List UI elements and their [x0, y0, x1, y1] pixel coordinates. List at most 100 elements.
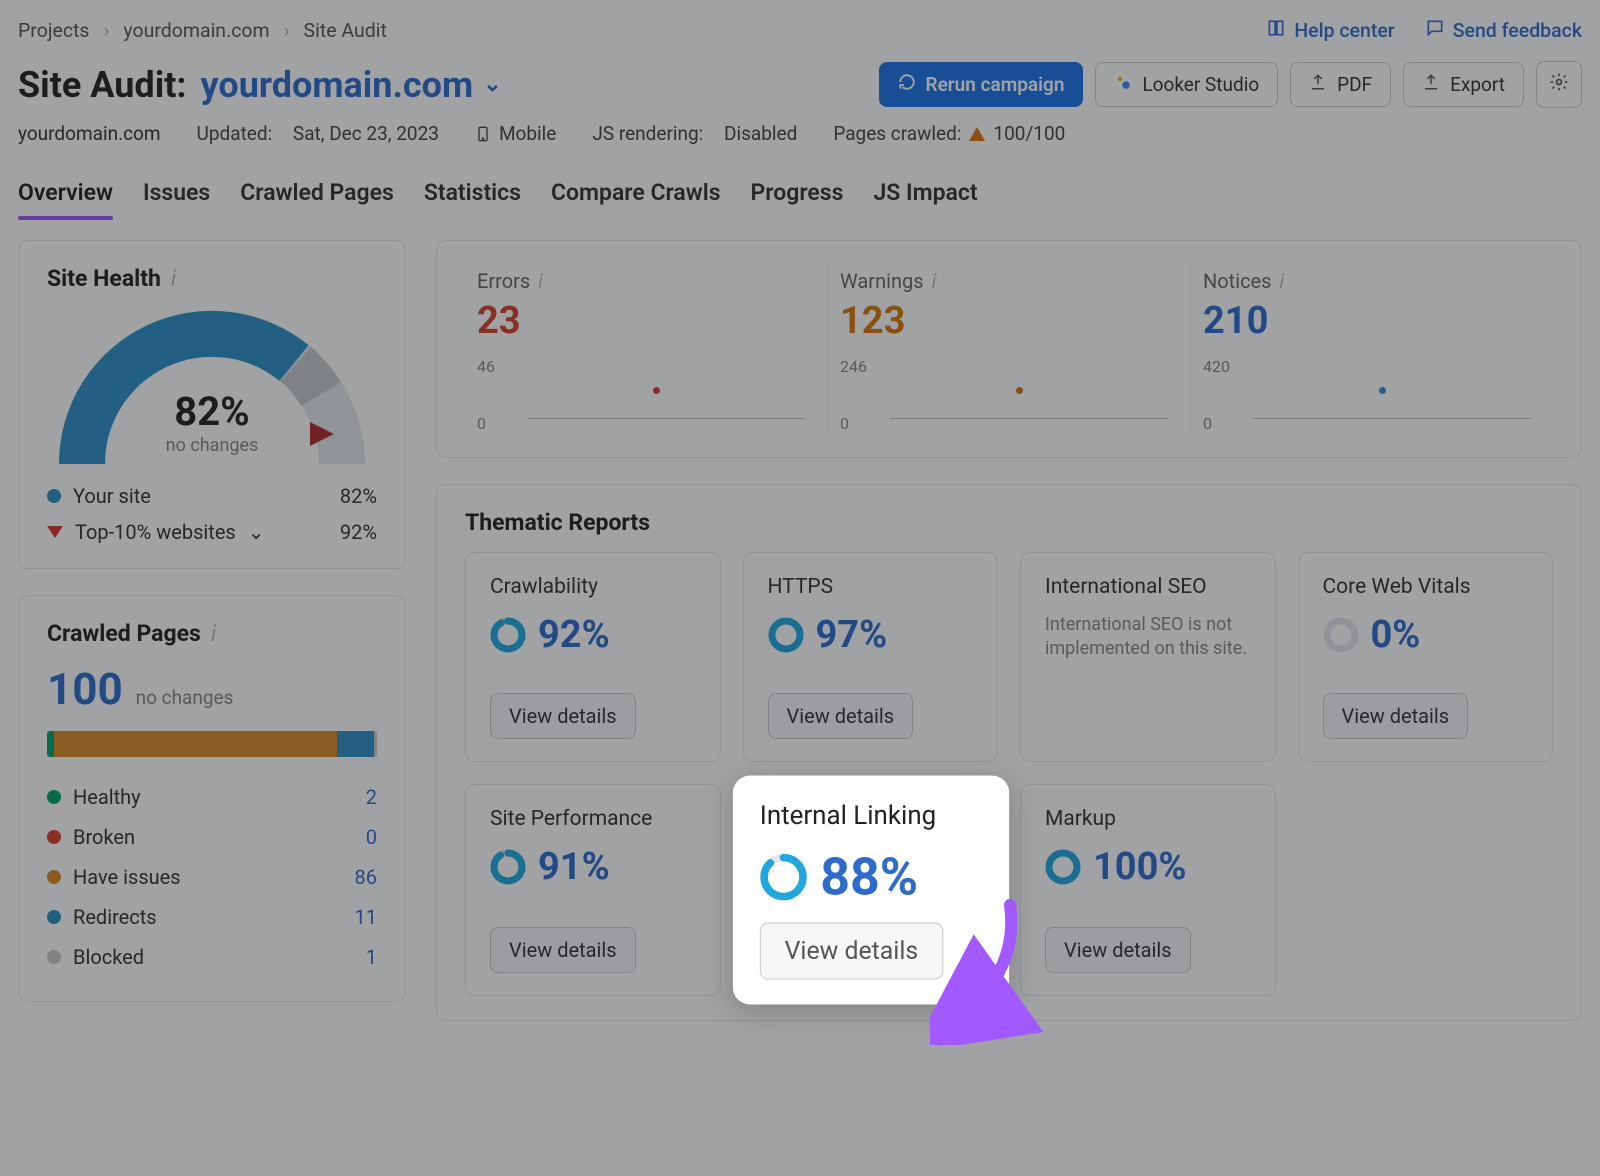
- report-label: Internal Linking: [759, 800, 981, 830]
- site-health-sub: no changes: [52, 435, 372, 456]
- thematic-reports-card: Thematic Reports Crawlability 92% View det…: [436, 484, 1582, 1021]
- tab-js-impact[interactable]: JS Impact: [873, 179, 977, 220]
- report-pct: 97%: [768, 613, 974, 657]
- crawled-status-row[interactable]: Have issues 86: [47, 857, 377, 897]
- breadcrumb-item[interactable]: yourdomain.com: [123, 19, 269, 42]
- meta-row: yourdomain.com Updated: Sat, Dec 23, 202…: [18, 122, 1582, 145]
- send-feedback-link[interactable]: Send feedback: [1425, 18, 1582, 43]
- legend-dot-icon: [47, 489, 61, 503]
- tab-statistics[interactable]: Statistics: [424, 179, 521, 220]
- info-icon[interactable]: i: [932, 269, 937, 293]
- settings-button[interactable]: [1536, 61, 1582, 108]
- legend-item: Your site: [47, 484, 151, 508]
- status-value[interactable]: 11: [355, 905, 377, 929]
- crawled-status-row[interactable]: Redirects 11: [47, 897, 377, 937]
- legend-value: 82%: [340, 484, 377, 508]
- chevron-down-icon[interactable]: ⌄: [248, 520, 265, 544]
- rerun-campaign-button[interactable]: Rerun campaign: [879, 62, 1084, 107]
- status-value[interactable]: 1: [366, 945, 377, 969]
- errors-value: 23: [477, 299, 815, 343]
- looker-icon: [1114, 73, 1132, 96]
- warnings-sparkline: 2460: [840, 361, 1178, 429]
- status-dot-icon: [47, 830, 61, 844]
- warning-icon: [969, 127, 985, 141]
- notices-sparkline: 4200: [1203, 361, 1541, 429]
- info-icon[interactable]: i: [171, 265, 176, 292]
- status-dot-icon: [47, 910, 61, 924]
- report-pct: 100%: [1045, 845, 1251, 889]
- view-details-button[interactable]: View details: [1323, 693, 1469, 739]
- meta-domain: yourdomain.com: [18, 122, 161, 145]
- thematic-report-card: Internal Linking 88% View details: [732, 776, 1008, 1005]
- meta-js-rendering: JS rendering: Disabled: [592, 122, 797, 145]
- report-label: Core Web Vitals: [1323, 575, 1529, 599]
- crawled-total[interactable]: 100: [47, 663, 123, 715]
- tab-issues[interactable]: Issues: [143, 179, 210, 220]
- status-label: Redirects: [73, 905, 157, 929]
- triangle-down-icon: [47, 526, 63, 538]
- errors-segment[interactable]: Errorsi 23 460: [465, 265, 827, 433]
- refresh-icon: [898, 73, 916, 96]
- site-health-pct: 82%: [52, 388, 372, 435]
- crawled-bar: [47, 731, 377, 757]
- info-icon[interactable]: i: [538, 269, 543, 293]
- report-pct: 92%: [490, 613, 696, 657]
- project-selector[interactable]: yourdomain.com ⌄: [201, 64, 502, 106]
- crawled-status-row[interactable]: Healthy2: [47, 777, 377, 817]
- tab-overview[interactable]: Overview: [18, 179, 113, 220]
- breadcrumb: Projects › yourdomain.com › Site Audit: [18, 19, 387, 42]
- page-title: Site Audit:: [18, 64, 187, 106]
- status-value[interactable]: 2: [366, 785, 377, 809]
- breadcrumb-item[interactable]: Projects: [18, 19, 90, 42]
- report-label: Markup: [1045, 807, 1251, 831]
- breadcrumb-item[interactable]: Site Audit: [304, 19, 387, 42]
- view-details-button[interactable]: View details: [490, 693, 636, 739]
- warnings-value: 123: [840, 299, 1178, 343]
- tab-crawled-pages[interactable]: Crawled Pages: [240, 179, 394, 220]
- meta-device: Mobile: [475, 122, 556, 145]
- thematic-title: Thematic Reports: [465, 509, 1553, 536]
- tab-progress[interactable]: Progress: [751, 179, 844, 220]
- status-value[interactable]: 86: [355, 865, 377, 889]
- notices-segment[interactable]: Noticesi 210 4200: [1190, 265, 1553, 433]
- view-details-button[interactable]: View details: [1045, 927, 1191, 973]
- tabs: Overview Issues Crawled Pages Statistics…: [18, 179, 1582, 220]
- site-health-card: Site Health i 82% no changes Your site 82…: [18, 240, 406, 569]
- meta-pages-crawled: Pages crawled: 100/100: [833, 122, 1065, 145]
- report-pct: 88%: [759, 846, 981, 908]
- status-dot-icon: [47, 790, 61, 804]
- view-details-button[interactable]: View details: [768, 693, 914, 739]
- status-value[interactable]: 0: [366, 825, 377, 849]
- tab-compare-crawls[interactable]: Compare Crawls: [551, 179, 721, 220]
- chevron-right-icon: ›: [104, 19, 110, 42]
- status-label: Have issues: [73, 865, 181, 889]
- status-dot-icon: [47, 870, 61, 884]
- export-button[interactable]: Export: [1403, 62, 1524, 107]
- site-health-gauge: 82% no changes: [52, 304, 372, 474]
- info-icon[interactable]: i: [211, 620, 216, 647]
- site-health-title: Site Health: [47, 265, 161, 292]
- looker-studio-button[interactable]: Looker Studio: [1095, 62, 1278, 107]
- thematic-report-card: International SEOInternational SEO is no…: [1020, 552, 1276, 762]
- report-text: International SEO is not implemented on …: [1045, 613, 1251, 662]
- help-center-link[interactable]: Help center: [1266, 18, 1394, 43]
- crawled-status-row[interactable]: Blocked1: [47, 937, 377, 977]
- report-label: Crawlability: [490, 575, 696, 599]
- view-details-button[interactable]: View details: [490, 927, 636, 973]
- report-label: HTTPS: [768, 575, 974, 599]
- issues-summary-card: Errorsi 23 460 Warningsi 123 2460: [436, 240, 1582, 458]
- pdf-button[interactable]: PDF: [1290, 62, 1391, 107]
- errors-sparkline: 460: [477, 361, 815, 429]
- chat-icon: [1425, 18, 1445, 43]
- info-icon[interactable]: i: [1279, 269, 1284, 293]
- warnings-segment[interactable]: Warningsi 123 2460: [827, 265, 1190, 433]
- thematic-report-card: Core Web Vitals0%View details: [1298, 552, 1554, 762]
- crawled-pages-card: Crawled Pages i 100 no changes Healthy2B…: [18, 595, 406, 1002]
- thematic-report-card: Site Performance91%View details: [465, 784, 721, 996]
- crawled-sub: no changes: [136, 686, 234, 709]
- legend-value: 92%: [340, 520, 377, 544]
- upload-icon: [1422, 73, 1440, 96]
- chevron-down-icon: ⌄: [483, 72, 501, 97]
- crawled-status-row[interactable]: Broken0: [47, 817, 377, 857]
- view-details-button[interactable]: View details: [759, 922, 942, 979]
